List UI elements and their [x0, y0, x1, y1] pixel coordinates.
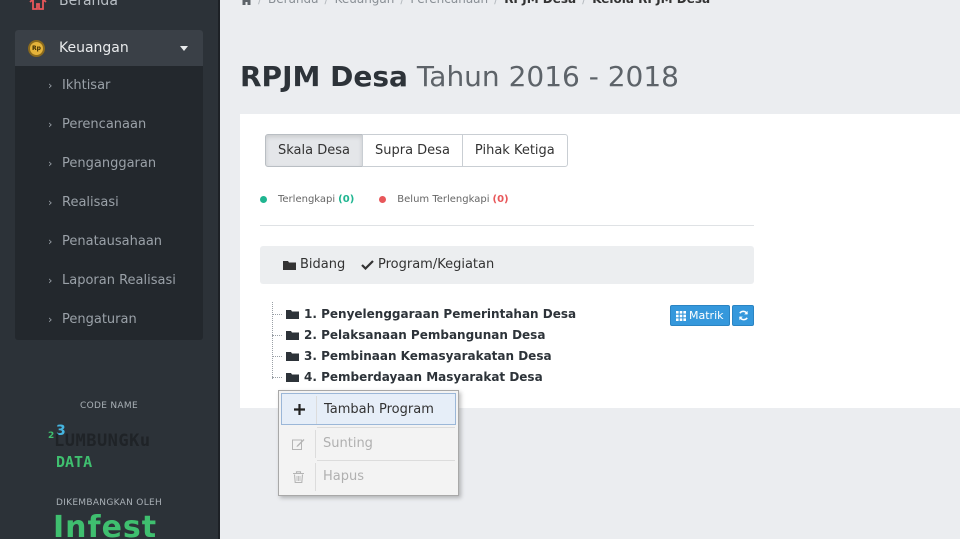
- tab-supra-desa[interactable]: Supra Desa: [361, 134, 463, 167]
- chevron-right-icon: ›: [48, 313, 53, 326]
- tree-node-label: 1. Penyelenggaraan Pemerintahan Desa: [304, 307, 577, 321]
- check-icon: [361, 259, 374, 270]
- sidebar-item-laporan-realisasi[interactable]: › Laporan Realisasi: [15, 266, 203, 296]
- chevron-right-icon: ›: [48, 157, 53, 170]
- sidebar-group-keuangan: Rp Keuangan › Ikhtisar › Perencanaan › P…: [15, 30, 203, 340]
- sidebar-item-label: Keuangan: [59, 40, 129, 56]
- complete-dot-icon: [260, 196, 267, 203]
- home-icon: [29, 0, 47, 10]
- chevron-right-icon: ›: [48, 196, 53, 209]
- sidebar-item-realisasi[interactable]: › Realisasi: [15, 188, 203, 218]
- tree-legend-bar: Bidang Program/Kegiatan: [260, 246, 754, 284]
- tree-node-label: 4. Pemberdayaan Masyarakat Desa: [304, 370, 543, 384]
- home-icon[interactable]: [241, 0, 252, 5]
- codename-label: CODE NAME: [80, 401, 138, 411]
- developer-label: DIKEMBANGKAN OLEH: [55, 498, 163, 508]
- tree-node[interactable]: 4. Pemberdayaan Masyarakat Desa: [272, 367, 543, 387]
- legend-bidang: Bidang: [283, 257, 345, 272]
- sidebar-item-label: Perencanaan: [62, 117, 147, 132]
- folder-icon: [286, 310, 299, 319]
- breadcrumb-item[interactable]: Keuangan: [335, 0, 395, 8]
- tab-skala-desa[interactable]: Skala Desa: [265, 134, 363, 167]
- caret-down-icon: [180, 46, 188, 51]
- tree-node-label: 2. Pelaksanaan Pembangunan Desa: [304, 328, 546, 342]
- tab-pihak-ketiga[interactable]: Pihak Ketiga: [461, 134, 568, 167]
- plus-icon: [282, 393, 316, 425]
- incomplete-count: (0): [492, 194, 509, 205]
- menu-item-tambah-program[interactable]: Tambah Program: [281, 393, 456, 425]
- breadcrumb-item[interactable]: Beranda: [268, 0, 318, 8]
- sidebar-border: [218, 0, 220, 539]
- refresh-button[interactable]: [732, 305, 754, 326]
- incomplete-label: Belum Terlengkapi: [397, 194, 490, 205]
- sidebar-item-penganggaran[interactable]: › Penganggaran: [15, 149, 203, 179]
- complete-label: Terlengkapi: [278, 194, 336, 205]
- sidebar-item-label: Pengaturan: [62, 312, 137, 327]
- chevron-right-icon: ›: [48, 118, 53, 131]
- complete-count: (0): [338, 194, 355, 205]
- sidebar-item-label: Ikhtisar: [62, 78, 111, 93]
- menu-item-hapus[interactable]: Hapus: [281, 461, 456, 493]
- folder-icon: [286, 352, 299, 361]
- sidebar-item-label: Penganggaran: [62, 156, 157, 171]
- chevron-right-icon: ›: [48, 274, 53, 287]
- tree-node[interactable]: 1. Penyelenggaraan Pemerintahan Desa: [272, 304, 576, 324]
- incomplete-dot-icon: [379, 196, 387, 203]
- breadcrumb: / Beranda / Keuangan / Perencanaan / RPJ…: [241, 0, 710, 8]
- tree-node[interactable]: 3. Pembinaan Kemasyarakatan Desa: [272, 346, 552, 366]
- sidebar-item-label: Beranda: [59, 0, 118, 9]
- breadcrumb-item[interactable]: RPJM Desa: [504, 0, 576, 8]
- breadcrumb-item[interactable]: Perencanaan: [410, 0, 488, 8]
- sidebar-item-label: Penatausahaan: [62, 234, 163, 249]
- tree-node-label: 3. Pembinaan Kemasyarakatan Desa: [304, 349, 552, 363]
- chevron-right-icon: ›: [48, 235, 53, 248]
- folder-icon: [286, 373, 299, 382]
- divider: [260, 225, 754, 226]
- sidebar-item-beranda[interactable]: Beranda: [15, 0, 203, 26]
- folder-icon: [283, 260, 296, 270]
- tree-node[interactable]: 2. Pelaksanaan Pembangunan Desa: [272, 325, 545, 345]
- refresh-icon: [738, 310, 748, 321]
- infest-logo: Infest: [53, 510, 158, 539]
- rupiah-coin-icon: Rp: [28, 40, 45, 57]
- sidebar-item-label: Realisasi: [62, 195, 119, 210]
- matrik-button[interactable]: Matrik: [670, 305, 730, 326]
- lumbungku-logo: 2 3 LUMBUNGKu DATA: [48, 423, 151, 471]
- legend-program-kegiatan: Program/Kegiatan: [361, 257, 494, 272]
- trash-icon: [281, 461, 315, 493]
- content-panel: Skala Desa Supra Desa Pihak Ketiga Terle…: [240, 114, 960, 408]
- breadcrumb-current: Kelola RPJM Desa: [592, 0, 710, 8]
- folder-icon: [286, 331, 299, 340]
- sidebar-item-keuangan[interactable]: Rp Keuangan: [15, 30, 203, 66]
- sidebar-item-penatausahaan[interactable]: › Penatausahaan: [15, 227, 203, 257]
- sidebar-item-ikhtisar[interactable]: › Ikhtisar: [15, 71, 203, 101]
- menu-item-sunting[interactable]: Sunting: [281, 428, 456, 460]
- sidebar: Beranda Rp Keuangan › Ikhtisar › Perenca…: [0, 0, 218, 539]
- grid-icon: [676, 310, 686, 321]
- sidebar-item-pengaturan[interactable]: › Pengaturan: [15, 305, 203, 335]
- status-legend: Terlengkapi (0) Belum Terlengkapi (0): [260, 194, 509, 205]
- chevron-right-icon: ›: [48, 79, 53, 92]
- page-title: RPJM Desa Tahun 2016 - 2018: [240, 60, 679, 93]
- edit-icon: [281, 428, 315, 460]
- scale-tab-group: Skala Desa Supra Desa Pihak Ketiga: [265, 134, 568, 167]
- sidebar-item-perencanaan[interactable]: › Perencanaan: [15, 110, 203, 140]
- sidebar-item-label: Laporan Realisasi: [62, 273, 176, 288]
- context-menu: Tambah Program Sunting Hapus: [278, 390, 459, 496]
